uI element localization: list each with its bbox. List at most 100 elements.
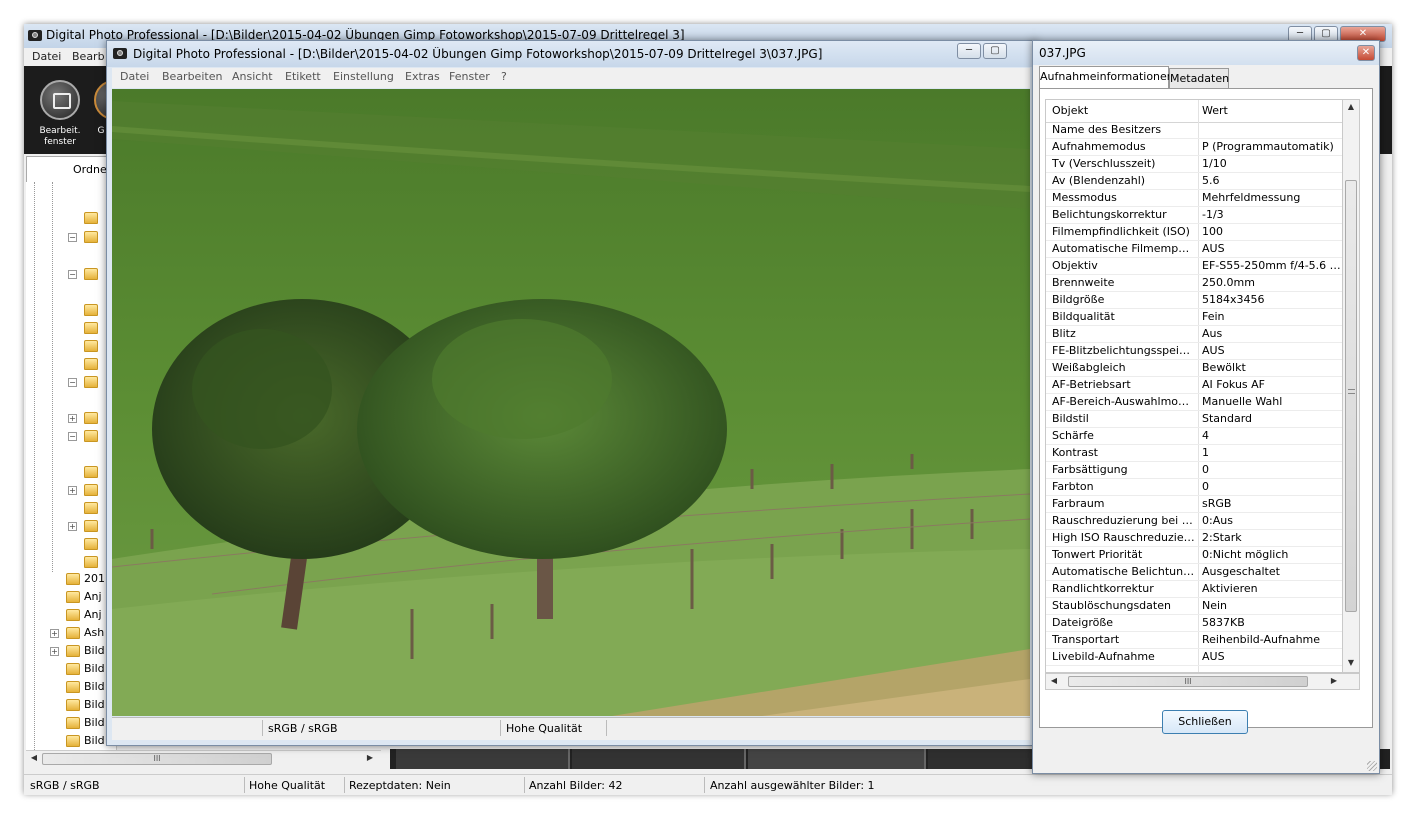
folder-icon[interactable] xyxy=(66,663,80,675)
folder-icon[interactable] xyxy=(84,520,98,532)
tree-item-label[interactable]: Bild xyxy=(84,680,105,693)
image-title-bar[interactable]: Digital Photo Professional - [D:\Bilder\… xyxy=(107,41,1035,67)
expand-icon[interactable]: + xyxy=(68,414,77,423)
folder-icon[interactable] xyxy=(84,231,98,243)
column-header-object[interactable]: Objekt xyxy=(1052,103,1196,119)
table-row[interactable]: Tv (Verschlusszeit) 1/10 xyxy=(1046,156,1342,173)
table-row[interactable]: Bildstil Standard xyxy=(1046,411,1342,428)
table-row[interactable]: Transportart Reihenbild-Aufnahme xyxy=(1046,632,1342,649)
tree-horizontal-scrollbar[interactable]: ◀ III ▶ xyxy=(26,750,381,767)
folder-icon[interactable] xyxy=(84,358,98,370)
expand-icon[interactable]: + xyxy=(68,486,77,495)
folder-icon[interactable] xyxy=(66,591,80,603)
folder-icon[interactable] xyxy=(84,268,98,280)
table-row[interactable]: Farbsättigung 0 xyxy=(1046,462,1342,479)
table-row[interactable]: Kontrast 1 xyxy=(1046,445,1342,462)
table-row[interactable]: Schärfe 4 xyxy=(1046,428,1342,445)
table-row[interactable]: Belichtungskorrektur -1/3 xyxy=(1046,207,1342,224)
thumbnail[interactable] xyxy=(748,749,926,769)
table-row[interactable]: AF-Bereich-Auswahlmodus Manuelle Wahl xyxy=(1046,394,1342,411)
table-row[interactable]: Blitz Aus xyxy=(1046,326,1342,343)
folder-icon[interactable] xyxy=(66,717,80,729)
table-row[interactable]: Bildqualität Fein xyxy=(1046,309,1342,326)
menu-einstellung[interactable]: Einstellung xyxy=(333,70,394,83)
menu-ansicht[interactable]: Ansicht xyxy=(232,70,273,83)
menu-fenster[interactable]: Fenster xyxy=(449,70,490,83)
scroll-right-icon[interactable]: ▶ xyxy=(364,751,376,765)
expand-icon[interactable]: + xyxy=(68,522,77,531)
table-row[interactable]: Aufnahmemodus P (Programmautomatik) xyxy=(1046,139,1342,156)
tab-ordner[interactable]: Ordner xyxy=(26,156,118,183)
close-icon[interactable]: ✕ xyxy=(1357,45,1375,61)
tab-metadaten[interactable]: Metadaten xyxy=(1169,68,1229,88)
table-row[interactable]: Livebild-Aufnahme AUS xyxy=(1046,649,1342,666)
scroll-left-icon[interactable]: ◀ xyxy=(1048,674,1060,688)
tree-item-label[interactable]: Anj xyxy=(84,608,102,621)
minimize-icon[interactable]: ─ xyxy=(957,43,981,59)
thumbnail[interactable] xyxy=(572,749,746,769)
info-scroll-thumb[interactable] xyxy=(1345,180,1357,612)
folder-icon[interactable] xyxy=(66,627,80,639)
menu-help[interactable]: ? xyxy=(501,70,507,83)
menu-datei[interactable]: Datei xyxy=(120,70,149,83)
folder-icon[interactable] xyxy=(84,304,98,316)
table-row[interactable]: Name des Besitzers xyxy=(1046,122,1342,139)
table-row[interactable]: Messmodus Mehrfeldmessung xyxy=(1046,190,1342,207)
scroll-up-icon[interactable]: ▲ xyxy=(1343,100,1359,114)
tree-item-label[interactable]: Bild xyxy=(84,716,105,729)
table-row[interactable]: Staublöschungsdaten Nein xyxy=(1046,598,1342,615)
expand-icon[interactable]: + xyxy=(50,647,59,656)
collapse-icon[interactable]: − xyxy=(68,270,77,279)
collapse-icon[interactable]: − xyxy=(68,233,77,242)
tree-scroll-thumb[interactable]: III xyxy=(42,753,272,765)
table-row[interactable]: Farbraum sRGB xyxy=(1046,496,1342,513)
table-row[interactable]: Automatische Belichtungso… Ausgeschaltet xyxy=(1046,564,1342,581)
menu-etikett[interactable]: Etikett xyxy=(285,70,321,83)
folder-icon[interactable] xyxy=(66,645,80,657)
thumbnail[interactable] xyxy=(396,749,570,769)
folder-icon[interactable] xyxy=(84,340,98,352)
tree-item-label[interactable]: Ash xyxy=(84,626,104,639)
menu-datei[interactable]: Datei xyxy=(32,50,61,63)
folder-icon[interactable] xyxy=(66,735,80,747)
info-grid[interactable]: Objekt Wert Name des Besitzers Aufnahmem… xyxy=(1045,99,1343,673)
folder-icon[interactable] xyxy=(84,322,98,334)
tree-item-label[interactable]: Bild xyxy=(84,734,105,747)
table-row[interactable]: Rauschreduzierung bei Lan… 0:Aus xyxy=(1046,513,1342,530)
maximize-icon[interactable]: ▢ xyxy=(983,43,1007,59)
table-row[interactable]: Bildgröße 5184x3456 xyxy=(1046,292,1342,309)
tab-aufnahmeinformationen[interactable]: Aufnahmeinformationen xyxy=(1039,66,1174,88)
scroll-down-icon[interactable]: ▼ xyxy=(1343,656,1359,670)
table-row[interactable]: FE-Blitzbelichtungsspeicher… AUS xyxy=(1046,343,1342,360)
scroll-right-icon[interactable]: ▶ xyxy=(1328,674,1340,688)
expand-icon[interactable]: + xyxy=(50,629,59,638)
folder-icon[interactable] xyxy=(84,502,98,514)
folder-icon[interactable] xyxy=(84,212,98,224)
menu-bearbeiten[interactable]: Bearbeiten xyxy=(162,70,222,83)
folder-icon[interactable] xyxy=(84,538,98,550)
table-row[interactable]: AF-Betriebsart AI Fokus AF xyxy=(1046,377,1342,394)
table-row[interactable]: High ISO Rauschreduzierung 2:Stark xyxy=(1046,530,1342,547)
photo-view[interactable] xyxy=(112,89,1030,716)
table-row[interactable]: Brennweite 250.0mm xyxy=(1046,275,1342,292)
dialog-title-bar[interactable]: 037.JPG ✕ xyxy=(1033,41,1379,65)
menu-bearbeiten[interactable]: Bearb xyxy=(72,50,105,63)
table-row[interactable]: Filmempfindlichkeit (ISO) 100 xyxy=(1046,224,1342,241)
table-row[interactable]: Weißabgleich Bewölkt xyxy=(1046,360,1342,377)
folder-icon[interactable] xyxy=(66,573,80,585)
resize-grip-icon[interactable] xyxy=(1367,761,1377,771)
table-row[interactable]: Objektiv EF-S55-250mm f/4-5.6 IS II xyxy=(1046,258,1342,275)
table-row[interactable]: Farbton 0 xyxy=(1046,479,1342,496)
folder-icon[interactable] xyxy=(84,376,98,388)
tree-item-label[interactable]: Bild xyxy=(84,662,105,675)
folder-icon[interactable] xyxy=(66,699,80,711)
scroll-left-icon[interactable]: ◀ xyxy=(28,751,40,765)
folder-icon[interactable] xyxy=(84,484,98,496)
table-row[interactable]: Tonwert Priorität 0:Nicht möglich xyxy=(1046,547,1342,564)
collapse-icon[interactable]: − xyxy=(68,432,77,441)
table-row[interactable]: Automatische Filmempfindli… AUS xyxy=(1046,241,1342,258)
table-row[interactable]: Randlichtkorrektur Aktivieren xyxy=(1046,581,1342,598)
folder-icon[interactable] xyxy=(66,609,80,621)
edit-window-button[interactable]: Bearbeit. fenster xyxy=(34,72,86,150)
folder-icon[interactable] xyxy=(66,681,80,693)
